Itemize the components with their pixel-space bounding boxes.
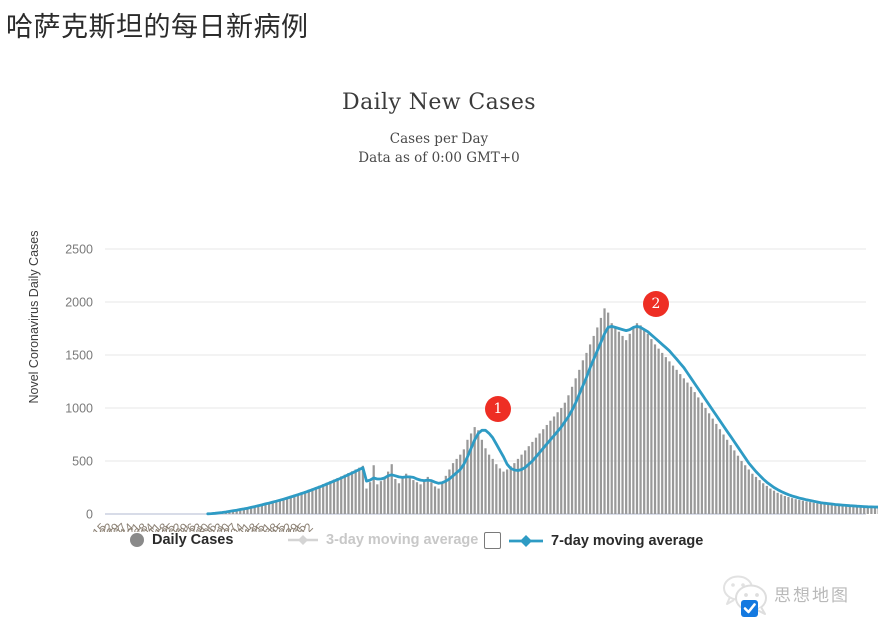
chart-card: Daily New Cases Cases per Day Data as of… [0,62,878,569]
three-day-line-swatch-icon [288,533,318,547]
bar-series [207,308,878,514]
seven-day-checkbox[interactable] [484,532,501,549]
y-tick-label: 0 [86,508,93,522]
legend-item-3day-average[interactable]: 3-day moving average [288,532,478,548]
annotation-marker-2[interactable]: 2 [643,291,669,317]
chart-svg: 05001000150020002500Feb 15Feb 22Feb 29Ma… [0,62,878,532]
watermark-text: 思想地图 [774,581,850,606]
y-tick-label: 1500 [65,349,93,363]
legend-label-daily-cases: Daily Cases [152,532,233,548]
y-tick-label: 1000 [65,402,93,416]
page-title: 哈萨克斯坦的每日新病例 [6,10,309,44]
daily-cases-swatch-icon [130,533,144,547]
seven-day-line-swatch-icon [509,534,543,548]
chart-legend: Daily Cases 3-day moving average 7-day m… [0,524,878,570]
legend-label-3day-average: 3-day moving average [326,532,478,548]
legend-item-7day-average[interactable]: 7-day moving average [484,532,703,549]
annotation-marker-1[interactable]: 1 [485,396,511,422]
y-tick-label: 500 [72,455,93,469]
wechat-logo-icon [718,570,772,618]
plot-area: 05001000150020002500Feb 15Feb 22Feb 29Ma… [0,62,878,532]
y-tick-label: 2500 [65,243,93,257]
verified-badge-icon [741,600,758,617]
legend-label-7day-average: 7-day moving average [551,533,703,549]
legend-item-daily-cases[interactable]: Daily Cases [130,532,233,548]
y-tick-label: 2000 [65,296,93,310]
watermark: 思想地图 [718,570,878,630]
